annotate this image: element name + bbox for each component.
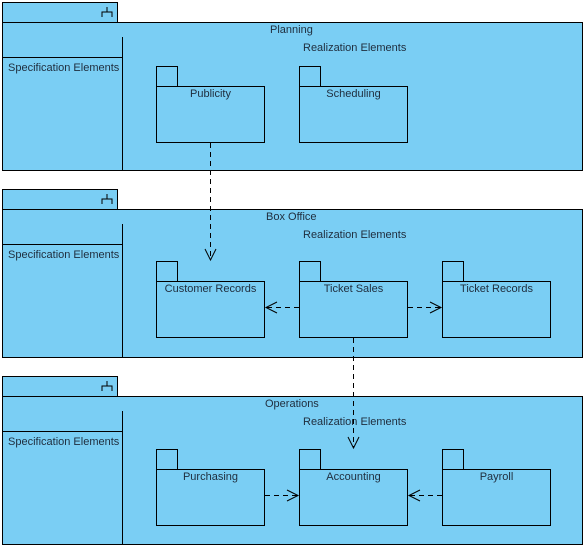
subsystem-title: Operations [265,398,319,410]
package-tab [299,66,321,87]
package-tab [442,449,464,470]
subsystem-body [2,22,583,171]
package-tab [156,261,178,282]
package-tab [299,261,321,282]
package-tab [299,449,321,470]
spec-divider [2,57,122,58]
package-name: Accounting [326,471,381,483]
compartment-divider [122,37,123,170]
spec-elements-label: Specification Elements [8,249,120,261]
realization-elements-label: Realization Elements [303,416,407,428]
package-body: Purchasing [156,469,265,526]
package-body: Payroll [442,469,551,526]
package-name: Scheduling [326,88,381,100]
package-tab [156,449,178,470]
package-name: Customer Records [164,283,257,295]
package-name: Ticket Sales [323,283,384,295]
package-tab [442,261,464,282]
spec-divider [2,431,122,432]
spec-elements-label: Specification Elements [8,62,120,74]
realization-elements-label: Realization Elements [303,229,407,241]
package-body: Ticket Records [442,281,551,338]
package-tab [156,66,178,87]
package-name: Ticket Records [460,283,533,295]
spec-elements-label: Specification Elements [8,436,120,448]
package-body: Accounting [299,469,408,526]
compartment-divider [122,224,123,357]
package-body: Publicity [156,86,265,143]
subsystem-fork-icon [101,7,113,17]
subsystem-title: Box Office [266,211,317,223]
package-name: Purchasing [182,471,239,483]
subsystem-fork-icon [101,194,113,204]
package-name: Payroll [479,471,514,483]
compartment-divider [122,411,123,544]
package-body: Customer Records [156,281,265,338]
subsystem-fork-icon [101,381,113,391]
package-name: Publicity [190,88,231,100]
realization-elements-label: Realization Elements [303,42,407,54]
spec-divider [2,244,122,245]
package-body: Scheduling [299,86,408,143]
package-body: Ticket Sales [299,281,408,338]
subsystem-title: Planning [270,24,313,36]
